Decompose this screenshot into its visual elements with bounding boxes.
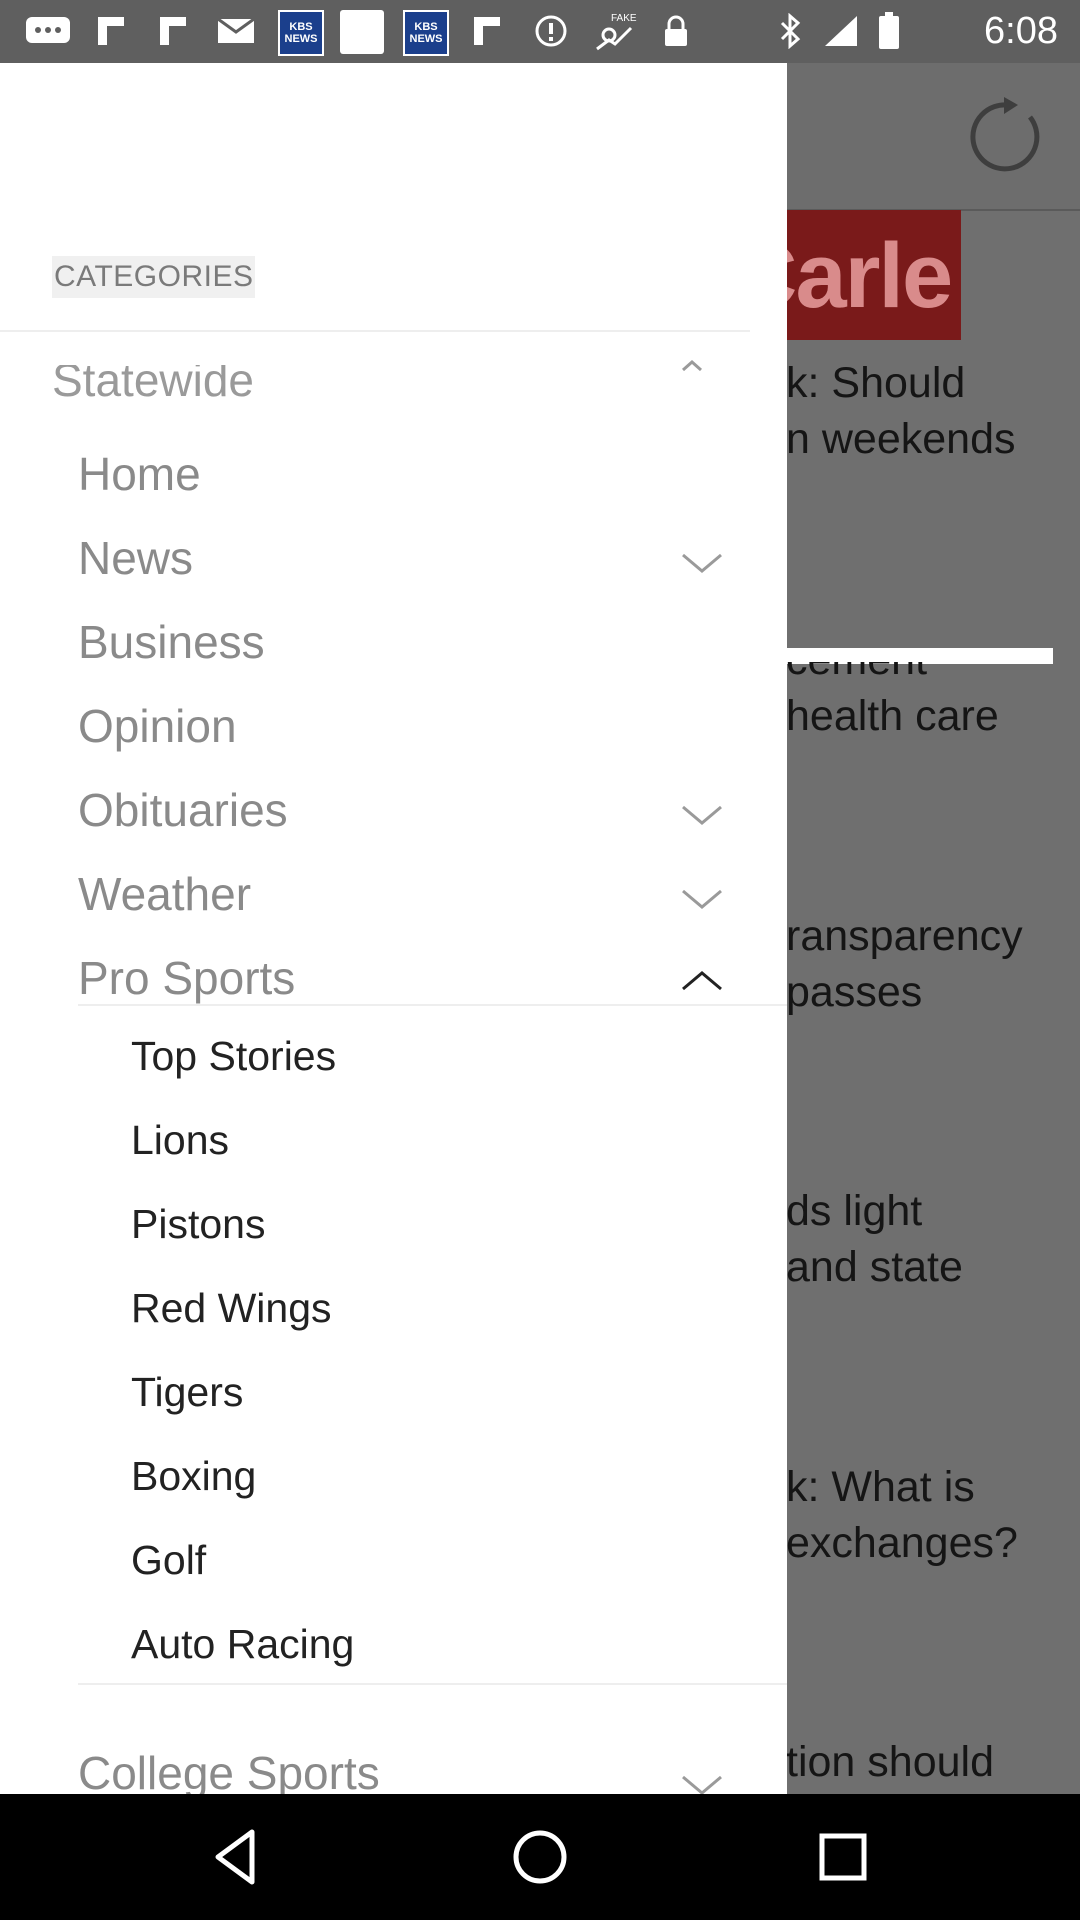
- submenu-item-red-wings[interactable]: Red Wings: [131, 1285, 332, 1332]
- submenu-item-boxing[interactable]: Boxing: [131, 1453, 256, 1500]
- divider: [78, 1683, 787, 1685]
- menu-item-news[interactable]: News: [78, 531, 193, 585]
- menu-item-college-sports[interactable]: College Sports: [78, 1746, 380, 1794]
- submenu-item-pistons[interactable]: Pistons: [131, 1201, 265, 1248]
- divider: [0, 330, 750, 332]
- chevron-up-icon[interactable]: [680, 358, 704, 372]
- blank-notification-icon: [340, 10, 384, 54]
- email-icon: [216, 14, 256, 48]
- banner-text: Carle: [786, 225, 953, 327]
- menu-item-business[interactable]: Business: [78, 615, 265, 669]
- chevron-up-icon[interactable]: [680, 969, 724, 993]
- submenu-item-top-stories[interactable]: Top Stories: [131, 1033, 336, 1080]
- headline-text[interactable]: passes: [786, 964, 922, 1020]
- headline-text[interactable]: and state: [786, 1239, 963, 1295]
- battery-icon: [876, 12, 902, 49]
- categories-label: CATEGORIES: [52, 256, 256, 298]
- lock-icon: [660, 14, 692, 48]
- chevron-down-icon[interactable]: [680, 551, 724, 575]
- banner-ad[interactable]: Carle: [786, 210, 961, 340]
- divider-bar: [786, 648, 1053, 664]
- submenu-item-tigers[interactable]: Tigers: [131, 1369, 243, 1416]
- headline-text[interactable]: k: What is: [786, 1459, 975, 1515]
- menu-item-home[interactable]: Home: [78, 447, 201, 501]
- flipboard-icon: [470, 14, 504, 48]
- navigation-drawer: CATEGORIES Statewide Home News Business …: [0, 63, 787, 1794]
- submenu-item-golf[interactable]: Golf: [131, 1537, 206, 1584]
- menu-item-weather[interactable]: Weather: [78, 867, 251, 921]
- kbs-news-icon: KBS NEWS: [278, 10, 324, 56]
- svg-text:FAKE: FAKE: [611, 13, 637, 24]
- chevron-down-icon[interactable]: [680, 1773, 724, 1794]
- recents-icon[interactable]: [810, 1824, 876, 1890]
- headline-text[interactable]: ds light: [786, 1183, 922, 1239]
- signal-icon: [822, 14, 860, 48]
- headline-text[interactable]: k: Should: [786, 355, 965, 411]
- chevron-down-icon[interactable]: [680, 803, 724, 827]
- headline-text[interactable]: ransparency: [786, 908, 1023, 964]
- menu-item-obituaries[interactable]: Obituaries: [78, 783, 288, 837]
- system-navigation-bar: [0, 1794, 1080, 1920]
- headline-text[interactable]: n weekends: [786, 411, 1016, 467]
- back-icon[interactable]: [204, 1824, 270, 1890]
- menu-item-pro-sports[interactable]: Pro Sports: [78, 951, 295, 1005]
- submenu-item-lions[interactable]: Lions: [131, 1117, 229, 1164]
- headline-text[interactable]: tion should: [786, 1734, 994, 1790]
- headline-text[interactable]: exchanges?: [786, 1515, 1018, 1571]
- flipboard-icon: [94, 14, 128, 48]
- status-time: 6:08: [984, 10, 1058, 52]
- fake-gps-icon: FAKE: [590, 13, 638, 51]
- headline-text[interactable]: health care: [786, 688, 999, 744]
- chevron-down-icon[interactable]: [680, 887, 724, 911]
- divider: [78, 1004, 787, 1006]
- status-bar: KBS NEWS KBS NEWS FAKE 6:08: [0, 0, 1080, 63]
- submenu-item-auto-racing[interactable]: Auto Racing: [131, 1621, 354, 1668]
- section-statewide[interactable]: Statewide: [52, 365, 254, 407]
- kbs-news-icon: KBS NEWS: [403, 10, 449, 56]
- flipboard-icon: [156, 14, 190, 48]
- menu-item-opinion[interactable]: Opinion: [78, 699, 237, 753]
- home-icon[interactable]: [507, 1824, 573, 1890]
- data-saver-icon: [533, 14, 569, 48]
- bluetooth-icon: [775, 13, 805, 49]
- refresh-icon[interactable]: [968, 95, 1048, 175]
- messages-icon: [24, 14, 72, 48]
